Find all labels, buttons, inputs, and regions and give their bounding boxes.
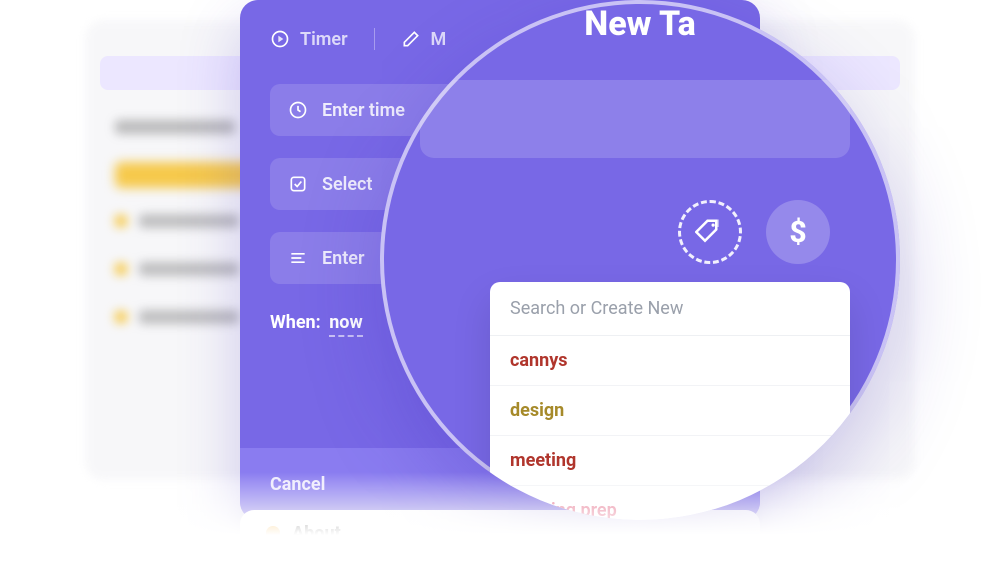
tab-timer[interactable]: Timer — [270, 29, 348, 50]
when-label: When: — [270, 312, 321, 333]
tag-option-label: meeting — [510, 450, 576, 471]
tags-button[interactable] — [678, 200, 742, 264]
tag-option[interactable]: cannys — [490, 336, 850, 386]
lens-input-field[interactable] — [420, 80, 850, 158]
tag-search-placeholder: Search or Create New — [510, 298, 683, 319]
checkbox-icon — [288, 174, 308, 194]
bullet-icon — [266, 526, 280, 540]
tag-option[interactable]: meeting — [490, 436, 850, 486]
about-label: About — [292, 523, 341, 544]
cancel-button[interactable]: Cancel — [270, 474, 325, 495]
select-placeholder: Select — [322, 174, 372, 195]
tag-option[interactable]: meeting prep — [490, 486, 850, 520]
tag-option[interactable]: design — [490, 386, 850, 436]
lens-title: New Ta — [584, 4, 695, 44]
tab-timer-label: Timer — [300, 29, 348, 50]
play-circle-icon — [270, 29, 290, 49]
tab-divider — [374, 28, 375, 50]
tag-search-input[interactable]: Search or Create New — [490, 282, 850, 336]
tag-option-label: meeting prep — [510, 500, 617, 520]
zoom-lens: New Ta $ Search or Create New cannys des… — [380, 0, 900, 520]
dollar-icon: $ — [789, 215, 806, 250]
tag-icon — [695, 217, 725, 247]
when-value[interactable]: now — [329, 312, 362, 337]
tag-option-label: cannys — [510, 350, 568, 371]
lines-icon — [288, 248, 308, 268]
description-placeholder: Enter — [322, 248, 364, 269]
tags-dropdown: Search or Create New cannys design meeti… — [490, 282, 850, 520]
clock-icon — [288, 100, 308, 120]
tag-option-label: design — [510, 400, 564, 421]
billable-button[interactable]: $ — [766, 200, 830, 264]
